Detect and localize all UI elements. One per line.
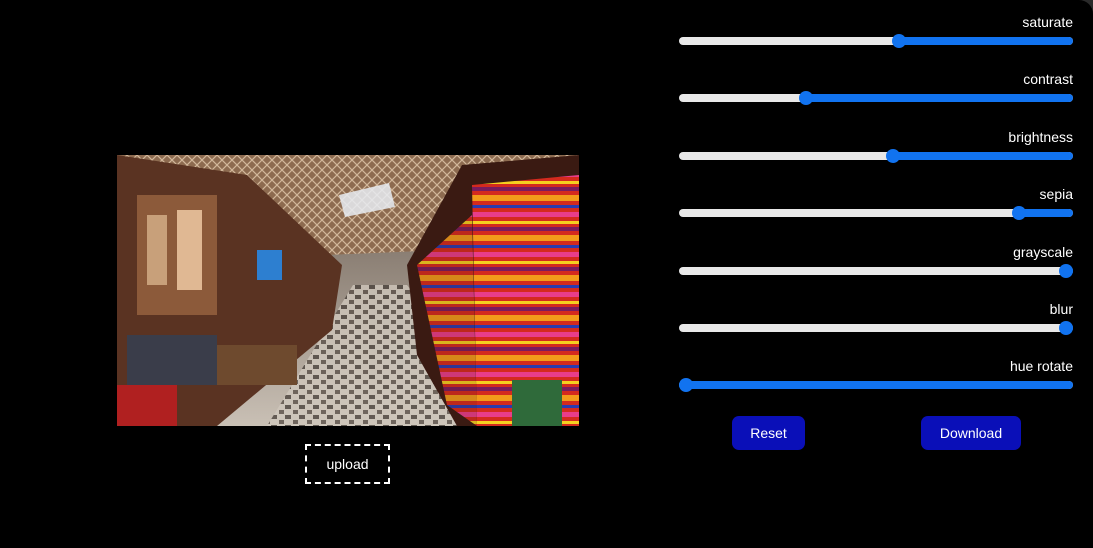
upload-button[interactable]: upload [305,444,390,484]
blur-slider-thumb[interactable] [1059,321,1073,335]
filter-editor-app: upload saturate contrast brightness sepi… [0,0,1093,548]
contrast-slider-fill [805,94,1073,102]
saturate-control: saturate [679,14,1075,64]
saturate-slider-fill [898,37,1073,45]
blur-slider[interactable] [679,321,1073,335]
saturate-slider[interactable] [679,34,1073,48]
hue-rotate-slider-fill [686,381,1073,389]
grayscale-label: grayscale [1013,244,1073,260]
saturate-label: saturate [1022,14,1073,30]
sepia-slider[interactable] [679,206,1073,220]
hue-rotate-control: hue rotate [679,358,1075,408]
hue-rotate-label: hue rotate [1009,358,1073,374]
brightness-slider-thumb[interactable] [886,149,901,163]
sepia-label: sepia [1039,186,1073,202]
sepia-control: sepia [679,186,1075,236]
reset-button[interactable]: Reset [732,416,805,450]
sepia-slider-fill [1018,209,1073,217]
brightness-slider[interactable] [679,149,1073,163]
contrast-slider-thumb[interactable] [798,91,813,105]
market-photo [117,155,579,426]
grayscale-slider-thumb[interactable] [1059,264,1073,278]
contrast-control: contrast [679,71,1075,121]
blur-label: blur [1049,301,1073,317]
brightness-label: brightness [1008,129,1073,145]
contrast-slider[interactable] [679,91,1073,105]
blur-control: blur [679,301,1075,351]
sepia-slider-thumb[interactable] [1011,206,1026,220]
grayscale-control: grayscale [679,244,1075,294]
grayscale-slider[interactable] [679,264,1073,278]
brightness-control: brightness [679,129,1075,179]
brightness-slider-fill [893,152,1073,160]
contrast-label: contrast [1023,71,1073,87]
download-button[interactable]: Download [921,416,1021,450]
hue-rotate-slider[interactable] [679,378,1073,392]
preview-image [117,155,579,426]
saturate-slider-thumb[interactable] [891,34,906,48]
hue-rotate-slider-thumb[interactable] [679,378,693,392]
